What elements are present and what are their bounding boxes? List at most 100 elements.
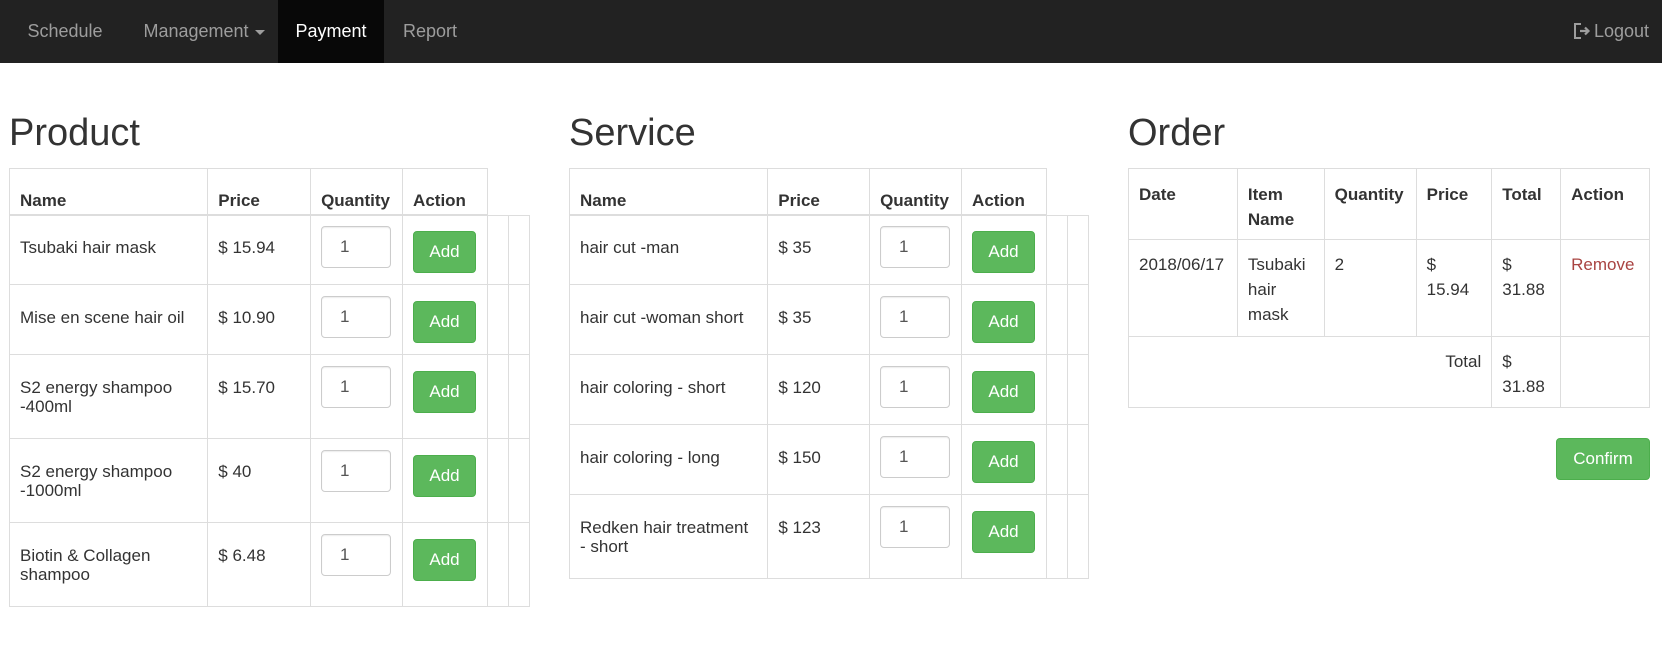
table-row: hair coloring - long $ 150 Add: [568, 424, 1048, 495]
order-date: 2018/06/17: [1128, 239, 1238, 337]
logout-label: Logout: [1593, 21, 1650, 41]
add-button[interactable]: Add: [412, 231, 476, 273]
product-name: Biotin & Collagen shampoo: [8, 522, 209, 607]
add-button[interactable]: Add: [412, 371, 476, 413]
add-button[interactable]: Add: [971, 301, 1035, 343]
action-cell: Add: [401, 214, 489, 285]
service-header-price: Price: [767, 168, 871, 216]
table-row: hair coloring - short $ 120 Add: [568, 354, 1048, 425]
service-name: hair coloring - long: [568, 424, 769, 495]
product-price: $ 40: [207, 438, 311, 523]
action-cell: Add: [401, 438, 489, 523]
table-row: Mise en scene hair oil $ 10.90 Add: [8, 284, 489, 355]
quantity-input[interactable]: [321, 296, 391, 338]
service-name: hair cut -man: [568, 214, 769, 285]
service-header-name: Name: [568, 168, 769, 216]
table-row: S2 energy shampoo -400ml $ 15.70 Add: [8, 354, 489, 439]
product-name: Tsubaki hair mask: [8, 214, 209, 285]
action-cell: Add: [960, 424, 1048, 495]
product-name: Mise en scene hair oil: [8, 284, 209, 355]
product-price: $ 15.70: [207, 354, 311, 439]
quantity-input[interactable]: [321, 534, 391, 576]
order-item-name: Tsubaki hair mask: [1236, 239, 1325, 337]
quantity-input[interactable]: [880, 226, 950, 268]
service-heading: Service: [569, 112, 696, 154]
service-price: $ 35: [767, 284, 870, 355]
add-button[interactable]: Add: [971, 231, 1035, 273]
nav-payment-label: Payment: [295, 21, 367, 41]
quantity-input[interactable]: [321, 366, 391, 408]
product-header-name: Name: [8, 168, 209, 216]
order-heading: Order: [1128, 112, 1226, 154]
quantity-cell: [869, 214, 962, 285]
order-header-date: Date: [1128, 168, 1238, 240]
order-table: Date Item Name Quantity Price Total Acti…: [1127, 168, 1650, 408]
product-price: $ 10.90: [207, 284, 311, 355]
nav-payment[interactable]: Payment: [278, 0, 384, 63]
product-body-table: Tsubaki hair mask $ 15.94 Add Mise en sc…: [8, 214, 489, 607]
top-navbar: Schedule Management Payment Report Logou…: [0, 0, 1662, 63]
add-button[interactable]: Add: [971, 441, 1035, 483]
action-cell: Add: [401, 354, 489, 439]
order-header-total: Total: [1491, 168, 1562, 240]
confirm-button[interactable]: Confirm: [1556, 438, 1650, 480]
order-header-action: Action: [1560, 168, 1650, 240]
service-body-table: hair cut -man $ 35 Add hair cut -woman s…: [568, 214, 1048, 579]
add-button[interactable]: Add: [971, 511, 1035, 553]
order-header-item-name: Item Name: [1236, 168, 1325, 240]
action-cell: Add: [401, 522, 489, 607]
product-header-quantity: Quantity: [310, 168, 404, 216]
order-quantity: 2: [1323, 239, 1417, 337]
table-row: 2018/06/17 Tsubaki hair mask 2 $ 15.94 $…: [1128, 239, 1650, 337]
table-row: S2 energy shampoo -1000ml $ 40 Add: [8, 438, 489, 523]
remove-link[interactable]: Remove: [1571, 255, 1634, 274]
quantity-cell: [869, 284, 962, 355]
order-price: $ 15.94: [1415, 239, 1493, 337]
caret-down-icon: [254, 29, 265, 35]
quantity-cell: [310, 354, 403, 439]
service-name: hair coloring - short: [568, 354, 769, 425]
product-extra-columns: [487, 215, 530, 607]
order-total: $ 31.88: [1491, 239, 1562, 337]
quantity-input[interactable]: [880, 436, 950, 478]
quantity-input[interactable]: [321, 226, 391, 268]
add-button[interactable]: Add: [971, 371, 1035, 413]
quantity-input[interactable]: [880, 296, 950, 338]
table-row: Tsubaki hair mask $ 15.94 Add: [8, 214, 489, 285]
add-button[interactable]: Add: [412, 539, 476, 581]
add-button[interactable]: Add: [412, 455, 476, 497]
action-cell: Add: [401, 284, 489, 355]
service-name: Redken hair treatment - short: [568, 494, 769, 579]
quantity-cell: [310, 214, 403, 285]
service-price: $ 123: [767, 494, 870, 579]
product-header-price: Price: [207, 168, 312, 216]
nav-management-dropdown[interactable]: Management: [130, 0, 278, 63]
product-heading: Product: [9, 112, 140, 154]
product-name: S2 energy shampoo -1000ml: [8, 438, 209, 523]
action-cell: Add: [960, 494, 1048, 579]
quantity-input[interactable]: [880, 506, 950, 548]
quantity-cell: [310, 438, 403, 523]
order-header-row: Date Item Name Quantity Price Total Acti…: [1128, 168, 1650, 240]
quantity-cell: [869, 354, 962, 425]
table-row: Biotin & Collagen shampoo $ 6.48 Add: [8, 522, 489, 607]
service-extra-columns: [1046, 215, 1089, 579]
quantity-input[interactable]: [880, 366, 950, 408]
quantity-cell: [869, 494, 962, 579]
service-name: hair cut -woman short: [568, 284, 769, 355]
service-header-quantity: Quantity: [869, 168, 963, 216]
logout-link[interactable]: Logout: [1560, 0, 1662, 63]
quantity-input[interactable]: [321, 450, 391, 492]
nav-schedule-label: Schedule: [27, 21, 103, 41]
table-row: Redken hair treatment - short $ 123 Add: [568, 494, 1048, 579]
order-header-quantity: Quantity: [1323, 168, 1417, 240]
add-button[interactable]: Add: [412, 301, 476, 343]
service-price: $ 120: [767, 354, 870, 425]
nav-management-label: Management: [143, 21, 249, 41]
nav-schedule[interactable]: Schedule: [0, 0, 130, 63]
product-table: Name Price Quantity Action: [8, 168, 488, 216]
nav-report-label: Report: [402, 21, 458, 41]
nav-report[interactable]: Report: [384, 0, 476, 63]
table-row: hair cut -man $ 35 Add: [568, 214, 1048, 285]
order-total-empty-cell: [1560, 336, 1650, 408]
